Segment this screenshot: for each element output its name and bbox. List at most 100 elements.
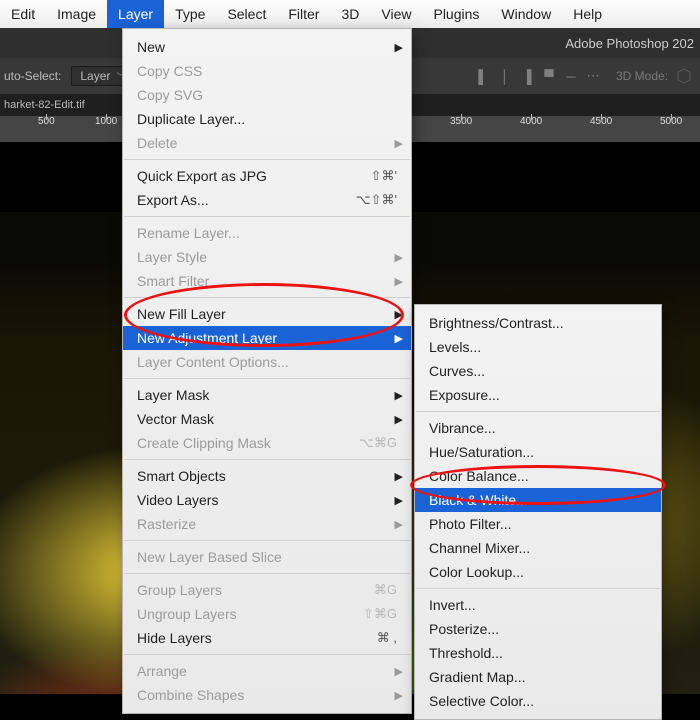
adjustment-submenu-item-black-white[interactable]: Black & White... — [415, 488, 661, 512]
menu-item-label: Video Layers — [137, 492, 218, 508]
menu-edit[interactable]: Edit — [0, 0, 46, 28]
menu-item-label: Export As... — [137, 192, 209, 208]
menu-item-label: Levels... — [429, 339, 481, 355]
adjustment-submenu-item-color-balance[interactable]: Color Balance... — [415, 464, 661, 488]
layer-menu-item-combine-shapes: Combine Shapes▶ — [123, 683, 411, 707]
submenu-arrow-icon: ▶ — [395, 389, 403, 402]
layer-menu-separator — [124, 216, 410, 217]
menu-item-label: Hue/Saturation... — [429, 444, 534, 460]
menu-select[interactable]: Select — [216, 0, 277, 28]
adjustment-submenu-item-exposure[interactable]: Exposure... — [415, 383, 661, 407]
adjustment-submenu-item-threshold[interactable]: Threshold... — [415, 641, 661, 665]
layer-menu-item-copy-svg: Copy SVG — [123, 83, 411, 107]
layer-menu-item-vector-mask[interactable]: Vector Mask▶ — [123, 407, 411, 431]
menu-item-label: Posterize... — [429, 621, 499, 637]
layer-menu-item-new-adjustment-layer[interactable]: New Adjustment Layer▶ — [123, 326, 411, 350]
adjustment-submenu-item-gradient-map[interactable]: Gradient Map... — [415, 665, 661, 689]
menu-image[interactable]: Image — [46, 0, 107, 28]
layer-menu-separator — [124, 540, 410, 541]
layer-menu-item-new-fill-layer[interactable]: New Fill Layer▶ — [123, 302, 411, 326]
layer-menu-item-export-as[interactable]: Export As...⌥⇧⌘' — [123, 188, 411, 212]
ruler-tick: 1000 — [95, 116, 117, 127]
adjustment-submenu-item-posterize[interactable]: Posterize... — [415, 617, 661, 641]
menu-item-label: Color Balance... — [429, 468, 529, 484]
more-icon[interactable]: ⋯ — [584, 67, 602, 85]
shortcut-label: ⌘G — [374, 582, 397, 598]
adjustment-submenu-item-vibrance[interactable]: Vibrance... — [415, 416, 661, 440]
menu-item-label: Invert... — [429, 597, 476, 613]
layer-menu-separator — [124, 159, 410, 160]
submenu-arrow-icon: ▶ — [395, 275, 403, 288]
menu-help[interactable]: Help — [562, 0, 613, 28]
layer-menu-item-ungroup-layers: Ungroup Layers⇧⌘G — [123, 602, 411, 626]
layer-menu: New▶Copy CSSCopy SVGDuplicate Layer...De… — [122, 28, 412, 714]
adjustment-submenu-item-selective-color[interactable]: Selective Color... — [415, 689, 661, 713]
layer-menu-item-quick-export-as-jpg[interactable]: Quick Export as JPG ⇧⌘' — [123, 164, 411, 188]
layer-menu-item-video-layers[interactable]: Video Layers ▶ — [123, 488, 411, 512]
align-right-icon[interactable]: ▐ — [518, 67, 536, 85]
align-center-h-icon[interactable]: │ — [496, 67, 514, 85]
menu-plugins[interactable]: Plugins — [422, 0, 490, 28]
menu-item-label: New Layer Based Slice — [137, 549, 282, 565]
menu-item-label: Selective Color... — [429, 693, 534, 709]
layer-menu-item-layer-mask[interactable]: Layer Mask ▶ — [123, 383, 411, 407]
ruler-tick: 4000 — [520, 116, 542, 127]
menu-type[interactable]: Type — [164, 0, 216, 28]
document-tab[interactable]: harket-82-Edit.tif — [4, 99, 85, 111]
menu-item-label: Exposure... — [429, 387, 500, 403]
menu-item-label: Smart Filter — [137, 273, 209, 289]
layer-menu-item-smart-filter: Smart Filter ▶ — [123, 269, 411, 293]
menu-filter[interactable]: Filter — [277, 0, 330, 28]
adjustment-submenu-item-levels[interactable]: Levels... — [415, 335, 661, 359]
layer-menu-separator — [124, 654, 410, 655]
layer-menu-item-group-layers: Group Layers⌘G — [123, 578, 411, 602]
adjustment-submenu-item-invert[interactable]: Invert... — [415, 593, 661, 617]
submenu-arrow-icon: ▶ — [395, 518, 403, 531]
layer-menu-item-arrange: Arrange▶ — [123, 659, 411, 683]
menu-3d[interactable]: 3D — [330, 0, 370, 28]
menu-item-label: Quick Export as JPG — [137, 168, 267, 184]
layer-menu-item-new[interactable]: New▶ — [123, 35, 411, 59]
layer-menu-separator — [124, 573, 410, 574]
submenu-arrow-icon: ▶ — [395, 470, 403, 483]
menubar: EditImageLayerTypeSelectFilter3DViewPlug… — [0, 0, 700, 28]
menu-item-label: Black & White... — [429, 492, 528, 508]
menu-item-label: New Adjustment Layer — [137, 330, 277, 346]
align-left-icon[interactable]: ▌ — [474, 67, 492, 85]
layer-menu-item-smart-objects[interactable]: Smart Objects▶ — [123, 464, 411, 488]
3d-mode-label: 3D Mode: — [616, 69, 668, 83]
menu-item-label: Color Lookup... — [429, 564, 524, 580]
layer-menu-item-duplicate-layer[interactable]: Duplicate Layer... — [123, 107, 411, 131]
align-top-icon[interactable]: ▀ — [540, 67, 558, 85]
submenu-arrow-icon: ▶ — [395, 665, 403, 678]
menu-layer[interactable]: Layer — [107, 0, 164, 28]
align-center-v-icon[interactable]: ─ — [562, 67, 580, 85]
menu-item-label: Ungroup Layers — [137, 606, 237, 622]
adjustment-submenu-item-hue-saturation[interactable]: Hue/Saturation... — [415, 440, 661, 464]
adjustment-submenu-separator — [416, 411, 660, 412]
adjustment-submenu-item-photo-filter[interactable]: Photo Filter... — [415, 512, 661, 536]
adjustment-submenu-item-color-lookup[interactable]: Color Lookup... — [415, 560, 661, 584]
layer-menu-separator — [124, 459, 410, 460]
cube-3d-icon[interactable] — [676, 68, 692, 84]
submenu-arrow-icon: ▶ — [395, 494, 403, 507]
submenu-arrow-icon: ▶ — [395, 308, 403, 321]
layer-menu-item-delete: Delete▶ — [123, 131, 411, 155]
menu-window[interactable]: Window — [490, 0, 562, 28]
adjustment-submenu-item-curves[interactable]: Curves... — [415, 359, 661, 383]
menu-item-label: Photo Filter... — [429, 516, 511, 532]
menu-item-label: Vector Mask — [137, 411, 214, 427]
ruler-tick: 3500 — [450, 116, 472, 127]
menu-view[interactable]: View — [370, 0, 422, 28]
layer-menu-item-rasterize: Rasterize▶ — [123, 512, 411, 536]
layer-menu-item-copy-css: Copy CSS — [123, 59, 411, 83]
adjustment-submenu-item-channel-mixer[interactable]: Channel Mixer... — [415, 536, 661, 560]
layer-menu-item-layer-content-options: Layer Content Options... — [123, 350, 411, 374]
shortcut-label: ⌥⌘G — [359, 435, 397, 451]
shortcut-label: ⇧⌘' — [371, 168, 397, 184]
menu-item-label: Layer Mask — [137, 387, 209, 403]
menu-item-label: Rename Layer... — [137, 225, 240, 241]
adjustment-submenu-item-brightness-contrast[interactable]: Brightness/Contrast... — [415, 311, 661, 335]
new-adjustment-layer-submenu: Brightness/Contrast... Levels... Curves...… — [414, 304, 662, 720]
layer-menu-item-hide-layers[interactable]: Hide Layers⌘ , — [123, 626, 411, 650]
